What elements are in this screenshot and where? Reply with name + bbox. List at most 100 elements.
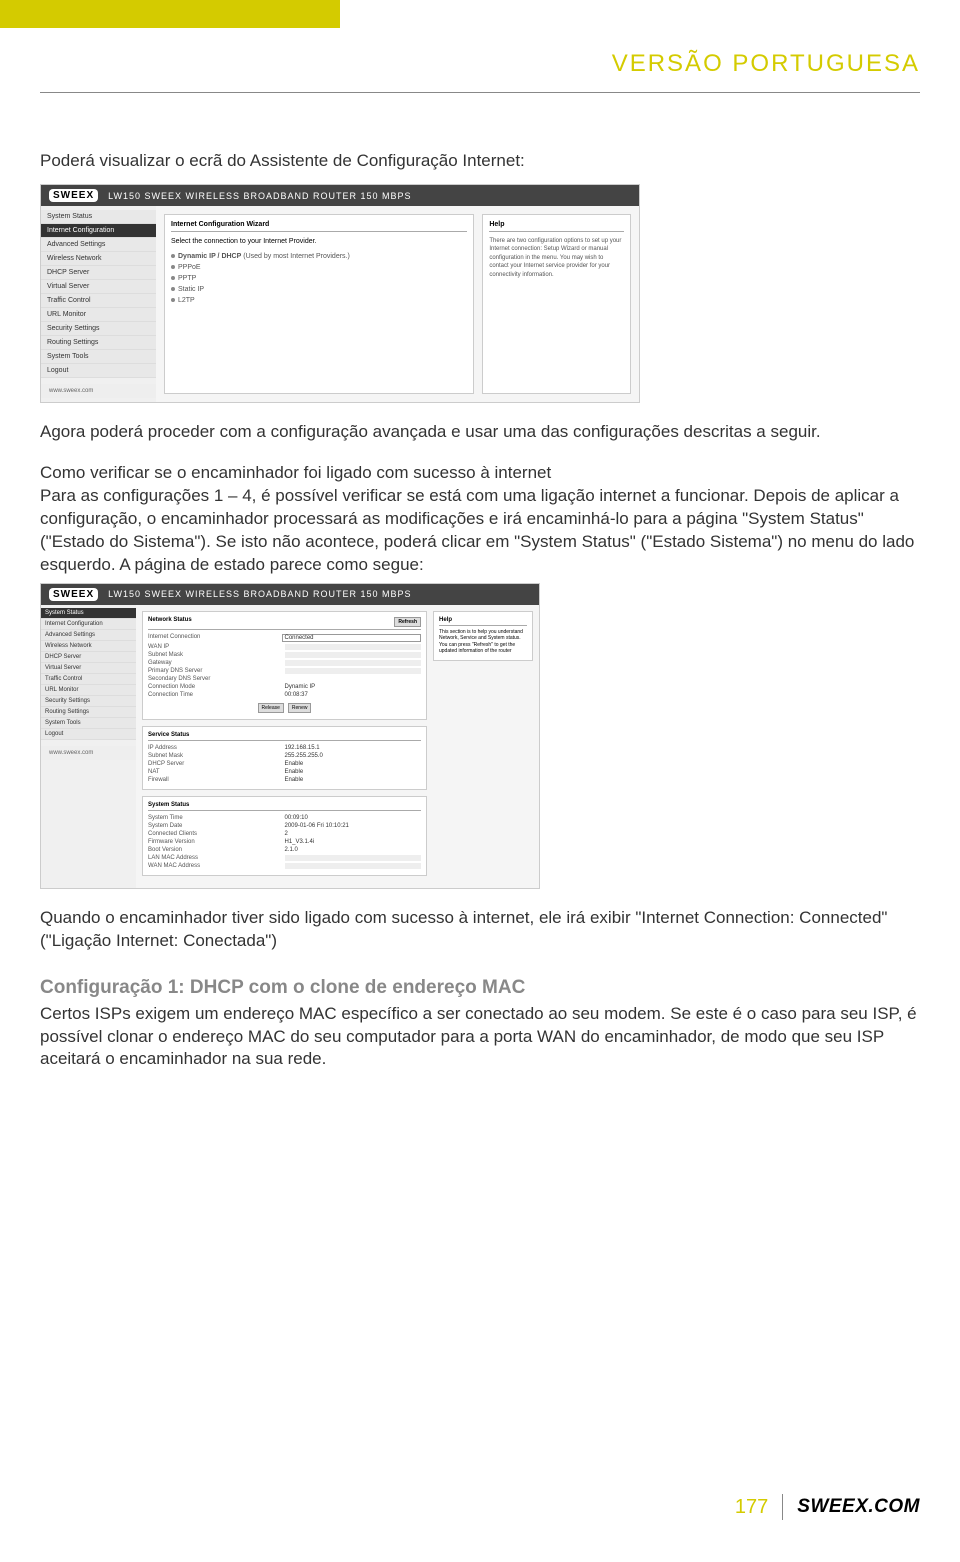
label-dns: Primary DNS Server bbox=[148, 668, 285, 674]
page-content: Poderá visualizar o ecrã do Assistente d… bbox=[40, 150, 920, 1077]
label-boot: Boot Version bbox=[148, 847, 285, 853]
option-l2tp-label: L2TP bbox=[178, 297, 195, 304]
label-dhcp2: DHCP Server bbox=[148, 761, 285, 767]
footer-link-2[interactable]: www.sweex.com bbox=[41, 746, 136, 760]
option-static-label: Static IP bbox=[178, 286, 204, 293]
footer-divider bbox=[782, 1494, 783, 1520]
nav-system-status[interactable]: System Status bbox=[41, 210, 156, 224]
top-accent-bar bbox=[0, 0, 340, 28]
network-status-title: Network Status bbox=[148, 617, 192, 627]
para-connected: Quando o encaminhador tiver sido ligado … bbox=[40, 907, 920, 953]
refresh-button[interactable]: Refresh bbox=[394, 617, 421, 627]
label-ip: IP Address bbox=[148, 745, 285, 751]
nav-system-tools[interactable]: System Tools bbox=[41, 350, 156, 364]
nav2-wireless-network[interactable]: Wireless Network bbox=[41, 641, 136, 652]
router-nav: System Status Internet Configuration Adv… bbox=[41, 206, 156, 402]
value-nat: Enable bbox=[285, 769, 422, 775]
label-internet-connection: Internet Connection bbox=[148, 634, 282, 642]
value-gateway bbox=[285, 660, 422, 666]
system-status-title: System Status bbox=[148, 802, 421, 811]
help-title: Help bbox=[489, 221, 624, 232]
value-ip: 192.168.15.1 bbox=[285, 745, 422, 751]
renew-button[interactable]: Renew bbox=[288, 703, 312, 713]
nav-dhcp-server[interactable]: DHCP Server bbox=[41, 266, 156, 280]
nav2-advanced-settings[interactable]: Advanced Settings bbox=[41, 630, 136, 641]
option-pptp[interactable]: PPTP bbox=[171, 273, 467, 284]
value-sysdate: 2009-01-06 Fri 10:10:21 bbox=[285, 823, 422, 829]
label-subnet: Subnet Mask bbox=[148, 652, 285, 658]
help-title-2: Help bbox=[439, 617, 527, 626]
value-clients: 2 bbox=[285, 831, 422, 837]
nav-url-monitor[interactable]: URL Monitor bbox=[41, 308, 156, 322]
verify-lead: Como verificar se o encaminhador foi lig… bbox=[40, 463, 551, 482]
service-status-panel: Service Status IP Address192.168.15.1 Su… bbox=[142, 726, 427, 790]
nav2-dhcp-server[interactable]: DHCP Server bbox=[41, 652, 136, 663]
page-footer: 177 SWEEX.COM bbox=[735, 1494, 920, 1520]
nav2-system-status[interactable]: System Status bbox=[41, 608, 136, 619]
value-firewall: Enable bbox=[285, 777, 422, 783]
option-pppoe[interactable]: PPPoE bbox=[171, 262, 467, 273]
nav-wireless-network[interactable]: Wireless Network bbox=[41, 252, 156, 266]
label-subnet2: Subnet Mask bbox=[148, 753, 285, 759]
option-dhcp-note: (Used by most Internet Providers.) bbox=[243, 253, 350, 260]
nav-virtual-server[interactable]: Virtual Server bbox=[41, 280, 156, 294]
value-wan-ip bbox=[285, 644, 422, 650]
label-wan-ip: WAN IP bbox=[148, 644, 285, 650]
config1-body: Certos ISPs exigem um endereço MAC espec… bbox=[40, 1003, 920, 1072]
nav-traffic-control[interactable]: Traffic Control bbox=[41, 294, 156, 308]
nav-internet-config[interactable]: Internet Configuration bbox=[41, 224, 156, 238]
router-header-2: SWEEX LW150 SWEEX WIRELESS BROADBAND ROU… bbox=[41, 584, 539, 605]
sweex-logo-2: SWEEX bbox=[49, 588, 98, 601]
nav-security-settings[interactable]: Security Settings bbox=[41, 322, 156, 336]
label-wanmac: WAN MAC Address bbox=[148, 863, 285, 869]
nav2-security-settings[interactable]: Security Settings bbox=[41, 696, 136, 707]
label-conn-mode: Connection Mode bbox=[148, 684, 285, 690]
router-title-2: LW150 SWEEX WIRELESS BROADBAND ROUTER 15… bbox=[108, 589, 411, 599]
service-status-title: Service Status bbox=[148, 732, 421, 741]
value-conn-time: 00:08:37 bbox=[285, 692, 422, 698]
nav-logout[interactable]: Logout bbox=[41, 364, 156, 378]
router-nav-2: System Status Internet Configuration Adv… bbox=[41, 605, 136, 888]
value-subnet2: 255.255.255.0 bbox=[285, 753, 422, 759]
footer-link[interactable]: www.sweex.com bbox=[41, 384, 156, 398]
label-gateway: Gateway bbox=[148, 660, 285, 666]
router-header: SWEEX LW150 SWEEX WIRELESS BROADBAND ROU… bbox=[41, 185, 639, 206]
value-lanmac bbox=[285, 855, 422, 861]
config1-heading: Configuração 1: DHCP com o clone de ende… bbox=[40, 977, 920, 999]
release-button[interactable]: Release bbox=[258, 703, 284, 713]
option-l2tp[interactable]: L2TP bbox=[171, 295, 467, 306]
value-conn-mode: Dynamic IP bbox=[285, 684, 422, 690]
label-secondary-dns: Secondary DNS Server bbox=[148, 676, 285, 682]
network-status-panel: Network Status Refresh Internet Connectio… bbox=[142, 611, 427, 720]
value-secondary-dns bbox=[285, 676, 422, 682]
label-nat: NAT bbox=[148, 769, 285, 775]
label-fw: Firmware Version bbox=[148, 839, 285, 845]
value-subnet bbox=[285, 652, 422, 658]
help-panel: Help There are two configuration options… bbox=[482, 214, 631, 394]
option-static[interactable]: Static IP bbox=[171, 284, 467, 295]
header-divider bbox=[40, 92, 920, 93]
page-number: 177 bbox=[735, 1496, 768, 1519]
nav2-url-monitor[interactable]: URL Monitor bbox=[41, 685, 136, 696]
nav2-system-tools[interactable]: System Tools bbox=[41, 718, 136, 729]
verify-body: Para as configurações 1 – 4, é possível … bbox=[40, 486, 914, 574]
value-systime: 00:09:10 bbox=[285, 815, 422, 821]
option-dhcp-label: Dynamic IP / DHCP bbox=[178, 253, 241, 260]
value-dns bbox=[285, 668, 422, 674]
nav2-virtual-server[interactable]: Virtual Server bbox=[41, 663, 136, 674]
option-dhcp[interactable]: Dynamic IP / DHCP (Used by most Internet… bbox=[171, 251, 467, 262]
wizard-panel: Internet Configuration Wizard Select the… bbox=[164, 214, 474, 394]
screenshot-wizard: SWEEX LW150 SWEEX WIRELESS BROADBAND ROU… bbox=[40, 184, 640, 403]
nav2-internet-config[interactable]: Internet Configuration bbox=[41, 619, 136, 630]
nav-routing-settings[interactable]: Routing Settings bbox=[41, 336, 156, 350]
label-clients: Connected Clients bbox=[148, 831, 285, 837]
screenshot-status: SWEEX LW150 SWEEX WIRELESS BROADBAND ROU… bbox=[40, 583, 540, 889]
nav-advanced-settings[interactable]: Advanced Settings bbox=[41, 238, 156, 252]
para-proceed: Agora poderá proceder com a configuração… bbox=[40, 421, 920, 444]
value-internet-connection: Connected bbox=[282, 634, 422, 642]
nav2-routing-settings[interactable]: Routing Settings bbox=[41, 707, 136, 718]
nav2-logout[interactable]: Logout bbox=[41, 729, 136, 740]
language-header: VERSÃO PORTUGUESA bbox=[612, 50, 920, 78]
label-firewall: Firewall bbox=[148, 777, 285, 783]
nav2-traffic-control[interactable]: Traffic Control bbox=[41, 674, 136, 685]
